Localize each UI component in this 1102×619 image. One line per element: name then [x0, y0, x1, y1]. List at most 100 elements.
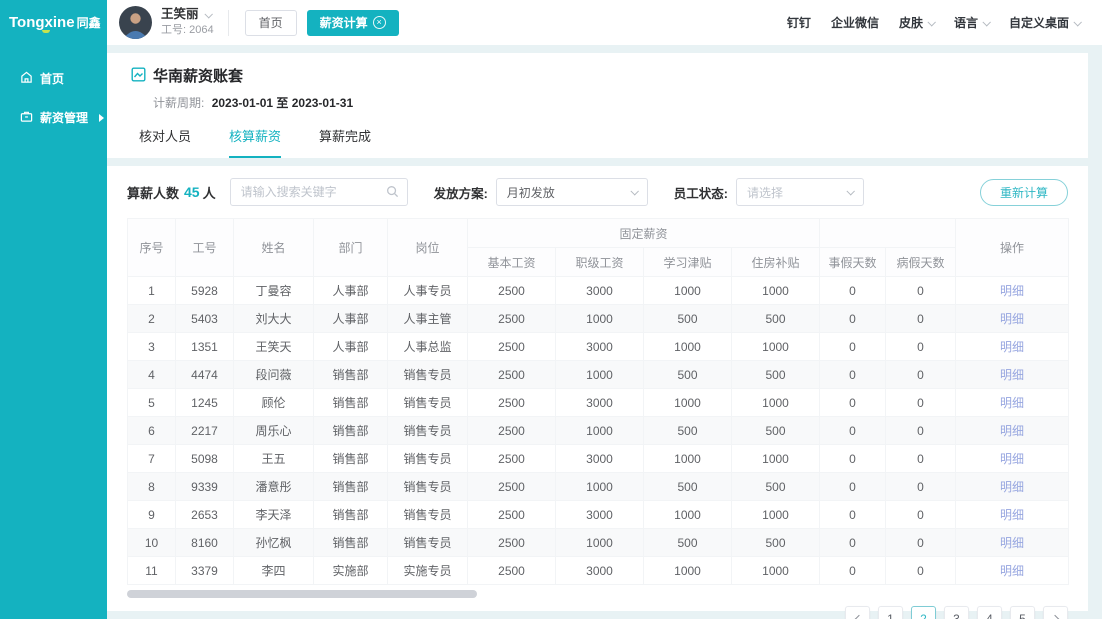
table-row: 75098王五销售部销售专员250030001000100000明细 [128, 445, 1069, 473]
detail-link[interactable]: 明细 [1000, 480, 1024, 494]
next-page-button[interactable] [1043, 606, 1068, 619]
page-button-2[interactable]: 2 [911, 606, 936, 619]
home-icon [20, 71, 33, 87]
table-cell: 2500 [468, 389, 556, 417]
link-wecom[interactable]: 企业微信 [831, 14, 879, 31]
table-cell: 0 [820, 445, 886, 473]
page-button-1[interactable]: 1 [878, 606, 903, 619]
table-cell: 1000 [556, 305, 644, 333]
plan-select[interactable]: 月初发放 [496, 178, 648, 206]
table-cell: 3000 [556, 445, 644, 473]
table-cell: 李四 [234, 557, 314, 585]
topbar: 王笑丽 工号: 2064 首页 薪资计算 × 钉钉 企业微信 皮肤 语言 自定 [107, 0, 1102, 45]
table-cell: 10 [128, 529, 176, 557]
table-cell: 1000 [644, 333, 732, 361]
recalculate-button[interactable]: 重新计算 [980, 179, 1068, 206]
detail-link[interactable]: 明细 [1000, 536, 1024, 550]
table-cell: 5098 [176, 445, 234, 473]
table-cell: 3 [128, 333, 176, 361]
detail-link[interactable]: 明细 [1000, 312, 1024, 326]
table-cell: 1000 [644, 445, 732, 473]
brand-suffix: 同鑫 [77, 14, 101, 31]
nav-tab-home[interactable]: 首页 [245, 10, 297, 36]
sidebar-item-home[interactable]: 首页 [0, 59, 107, 98]
table-cell: 销售部 [314, 501, 388, 529]
table-cell: 2500 [468, 417, 556, 445]
user-menu[interactable]: 王笑丽 [161, 7, 214, 23]
chevron-left-icon [854, 614, 862, 619]
table-cell: 1000 [644, 557, 732, 585]
page-button-3[interactable]: 3 [944, 606, 969, 619]
table-cell: 0 [886, 305, 956, 333]
chevron-down-icon [204, 10, 212, 18]
table-cell: 销售部 [314, 361, 388, 389]
detail-link[interactable]: 明细 [1000, 340, 1024, 354]
search-input[interactable] [230, 178, 408, 206]
action-cell: 明细 [956, 389, 1069, 417]
table-row: 51245顾伦销售部销售专员250030001000100000明细 [128, 389, 1069, 417]
detail-link[interactable]: 明细 [1000, 396, 1024, 410]
tab-calc-done[interactable]: 算薪完成 [319, 126, 371, 158]
chevron-down-icon [982, 18, 990, 26]
detail-link[interactable]: 明细 [1000, 564, 1024, 578]
table-cell: 2653 [176, 501, 234, 529]
scrollbar-thumb[interactable] [127, 590, 477, 598]
sidebar-item-label: 首页 [40, 70, 64, 87]
table-cell: 1245 [176, 389, 234, 417]
detail-link[interactable]: 明细 [1000, 368, 1024, 382]
table-cell: 4 [128, 361, 176, 389]
prev-page-button[interactable] [845, 606, 870, 619]
col-header-housing-allowance: 住房补贴 [732, 248, 820, 277]
table-cell: 7 [128, 445, 176, 473]
link-skin[interactable]: 皮肤 [899, 14, 934, 31]
chevron-down-icon [927, 18, 935, 26]
table-cell: 8160 [176, 529, 234, 557]
link-custom-desktop[interactable]: 自定义桌面 [1009, 14, 1080, 31]
nav-tab-salary-calc[interactable]: 薪资计算 × [307, 10, 399, 36]
detail-link[interactable]: 明细 [1000, 452, 1024, 466]
page-button-4[interactable]: 4 [977, 606, 1002, 619]
brand-logo: Tongxine 同鑫 [0, 0, 107, 45]
table-cell: 人事总监 [388, 333, 468, 361]
chevron-down-icon [846, 187, 854, 195]
sidebar: Tongxine 同鑫 首页 薪资管理 [0, 0, 107, 619]
table-cell: 0 [820, 361, 886, 389]
close-icon[interactable]: × [373, 16, 386, 29]
table-cell: 0 [820, 529, 886, 557]
table-cell: 0 [886, 417, 956, 445]
table-cell: 0 [820, 501, 886, 529]
table-cell: 2500 [468, 557, 556, 585]
table-cell: 王五 [234, 445, 314, 473]
sidebar-item-payroll[interactable]: 薪资管理 [0, 98, 107, 137]
col-header-sick-leave: 病假天数 [886, 248, 956, 277]
table-cell: 500 [644, 361, 732, 389]
col-header-personal-leave: 事假天数 [820, 248, 886, 277]
chevron-down-icon [1073, 18, 1081, 26]
table-cell: 0 [886, 501, 956, 529]
detail-link[interactable]: 明细 [1000, 508, 1024, 522]
status-select[interactable]: 请选择 [736, 178, 864, 206]
table-cell: 2500 [468, 529, 556, 557]
user-info: 王笑丽 工号: 2064 [161, 7, 214, 38]
user-avatar[interactable] [119, 6, 152, 39]
logo-accent-mark [42, 30, 50, 33]
tab-calc-salary[interactable]: 核算薪资 [229, 126, 281, 158]
table-cell: 2500 [468, 501, 556, 529]
col-header-dept: 部门 [314, 219, 388, 277]
table-cell: 销售专员 [388, 389, 468, 417]
link-dingtalk[interactable]: 钉钉 [787, 14, 811, 31]
page-button-5[interactable]: 5 [1010, 606, 1035, 619]
count-value: 45 [184, 184, 200, 200]
table-cell: 销售专员 [388, 361, 468, 389]
col-header-emp-no: 工号 [176, 219, 234, 277]
action-cell: 明细 [956, 361, 1069, 389]
payroll-icon [20, 110, 33, 126]
detail-link[interactable]: 明细 [1000, 424, 1024, 438]
detail-link[interactable]: 明细 [1000, 284, 1024, 298]
table-cell: 1 [128, 277, 176, 305]
count-unit: 人 [203, 183, 216, 202]
pagination-pages: 12345 [878, 606, 1035, 619]
link-language[interactable]: 语言 [954, 14, 989, 31]
tab-check-staff[interactable]: 核对人员 [139, 126, 191, 158]
table-cell: 人事主管 [388, 305, 468, 333]
